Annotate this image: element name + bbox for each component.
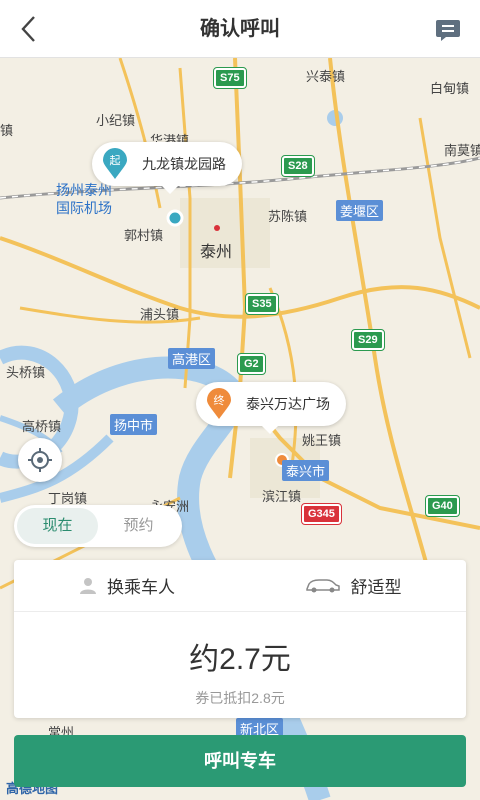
end-pin-icon: 终 bbox=[206, 388, 232, 420]
map-label-nanmo: 南莫镇 bbox=[444, 143, 480, 158]
road-shield-g2: G2 bbox=[237, 353, 266, 375]
map-label-taizhou: 泰州 bbox=[200, 244, 233, 261]
map-label-suchen: 苏陈镇 bbox=[268, 209, 308, 224]
zone-yangzhong: 扬中市 bbox=[110, 414, 158, 435]
page-title: 确认呼叫 bbox=[200, 18, 280, 40]
price-section[interactable]: 约2.7元 券已抵扣2.8元 bbox=[14, 612, 466, 718]
end-pin-badge: 终 bbox=[213, 395, 225, 407]
start-pin-icon: 起 bbox=[102, 148, 128, 180]
map-label-touqiao: 头桥镇 bbox=[6, 365, 46, 380]
time-option-now[interactable]: 现在 bbox=[17, 508, 98, 544]
person-icon bbox=[80, 577, 96, 594]
map-label-binjiang: 滨江镇 bbox=[262, 489, 302, 504]
price-amount: 约2.7元 bbox=[189, 643, 291, 676]
start-location-bubble[interactable]: 起 九龙镇龙园路 bbox=[92, 142, 242, 194]
end-location-label: 泰兴万达广场 bbox=[246, 396, 330, 412]
map-label-yaowang: 姚王镇 bbox=[302, 433, 342, 448]
time-option-reserve[interactable]: 预约 bbox=[98, 508, 179, 544]
map-label-gaoqiao: 高桥镇 bbox=[22, 419, 62, 434]
road-shield-s75: S75 bbox=[213, 67, 247, 89]
order-panel: 换乘车人 舒适型 约2.7元 券已抵扣2.8元 bbox=[14, 560, 466, 718]
car-icon bbox=[305, 578, 340, 592]
road-shield-g40: G40 bbox=[425, 495, 460, 517]
crosshair-icon bbox=[28, 448, 52, 472]
map-label-putou: 浦头镇 bbox=[140, 307, 180, 322]
change-passenger-button[interactable]: 换乘车人 bbox=[14, 560, 240, 611]
message-button[interactable] bbox=[434, 16, 462, 44]
map-label-xingtai: 兴泰镇 bbox=[306, 69, 346, 84]
road-shield-s28: S28 bbox=[281, 155, 315, 177]
map-label-guocun: 郭村镇 bbox=[124, 228, 164, 243]
message-icon bbox=[436, 20, 460, 41]
start-pin-badge: 起 bbox=[109, 155, 121, 167]
zone-jiangyan: 姜堰区 bbox=[336, 200, 384, 221]
start-location-label: 九龙镇龙园路 bbox=[142, 156, 226, 172]
zone-gaogang: 高港区 bbox=[168, 348, 216, 369]
options-row: 换乘车人 舒适型 bbox=[14, 560, 466, 612]
time-toggle: 现在 预约 bbox=[14, 505, 182, 547]
car-type-label: 舒适型 bbox=[350, 578, 402, 597]
call-car-button[interactable]: 呼叫专车 bbox=[14, 735, 466, 787]
header-bar: 确认呼叫 bbox=[0, 0, 480, 58]
map-label-baidian: 白甸镇 bbox=[430, 81, 470, 96]
zone-taixing: 泰兴市 bbox=[282, 460, 330, 481]
locate-me-button[interactable] bbox=[18, 438, 62, 482]
road-shield-g345: G345 bbox=[301, 503, 342, 525]
road-shield-s35: S35 bbox=[245, 293, 279, 315]
road-shield-s29: S29 bbox=[351, 329, 385, 351]
map-label-zhen: 镇 bbox=[0, 123, 14, 138]
car-type-button[interactable]: 舒适型 bbox=[240, 560, 466, 611]
map-label-xiaoji: 小纪镇 bbox=[96, 113, 136, 128]
coupon-discount: 券已抵扣2.8元 bbox=[195, 690, 285, 706]
end-location-bubble[interactable]: 终 泰兴万达广场 bbox=[196, 382, 346, 434]
map-label-airport: 国际机场 bbox=[56, 200, 112, 216]
change-passenger-label: 换乘车人 bbox=[107, 578, 175, 597]
